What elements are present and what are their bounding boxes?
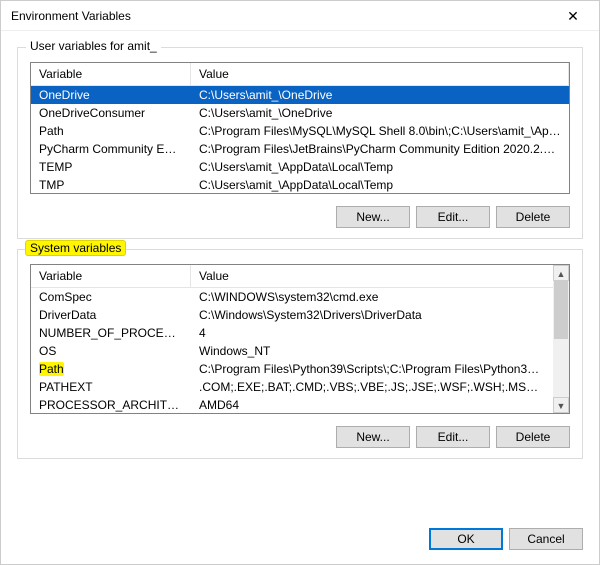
cell-value: C:\Users\amit_\OneDrive [191,104,569,122]
cell-value: AMD64 [191,396,553,414]
cell-variable: PATHEXT [31,378,191,396]
system-variables-group: System variables Variable Value ComSpec … [17,249,583,459]
scroll-up-icon[interactable]: ▲ [553,265,569,281]
cell-variable: Path [31,360,191,378]
cell-variable: TEMP [31,158,191,176]
col-header-value[interactable]: Value [191,265,569,287]
env-vars-dialog: Environment Variables ✕ User variables f… [0,0,600,565]
user-variables-table[interactable]: Variable Value OneDrive C:\Users\amit_\O… [30,62,570,194]
user-variables-group: User variables for amit_ Variable Value … [17,47,583,239]
table-row[interactable]: OS Windows_NT [31,342,553,360]
cell-value: C:\Windows\System32\Drivers\DriverData [191,306,553,324]
titlebar: Environment Variables ✕ [1,1,599,31]
new-button[interactable]: New... [336,206,410,228]
system-table-body: ComSpec C:\WINDOWS\system32\cmd.exe Driv… [31,288,569,414]
cell-value: C:\Users\amit_\OneDrive [191,86,569,104]
user-group-label: User variables for amit_ [26,39,161,53]
cell-value: C:\Users\amit_\AppData\Local\Temp [191,176,569,194]
system-group-label: System variables [26,241,125,255]
table-row[interactable]: TEMP C:\Users\amit_\AppData\Local\Temp [31,158,569,176]
cell-variable: Path [31,122,191,140]
cell-variable: PROCESSOR_ARCHITECTURE [31,396,191,414]
table-row[interactable]: OneDrive C:\Users\amit_\OneDrive [31,86,569,104]
table-row[interactable]: Path C:\Program Files\MySQL\MySQL Shell … [31,122,569,140]
user-table-header: Variable Value [31,63,569,86]
table-row[interactable]: PATHEXT .COM;.EXE;.BAT;.CMD;.VBS;.VBE;.J… [31,378,553,396]
edit-button[interactable]: Edit... [416,426,490,448]
col-header-variable[interactable]: Variable [31,63,191,85]
cell-value: C:\Program Files\MySQL\MySQL Shell 8.0\b… [191,122,569,140]
table-row[interactable]: ComSpec C:\WINDOWS\system32\cmd.exe [31,288,553,306]
scrollbar[interactable]: ▲ ▼ [553,265,569,413]
table-row[interactable]: OneDriveConsumer C:\Users\amit_\OneDrive [31,104,569,122]
col-header-variable[interactable]: Variable [31,265,191,287]
dialog-footer: OK Cancel [1,518,599,564]
table-row[interactable]: PyCharm Community Edition C:\Program Fil… [31,140,569,158]
system-table-header: Variable Value [31,265,569,288]
table-row[interactable]: DriverData C:\Windows\System32\Drivers\D… [31,306,553,324]
cell-variable: TMP [31,176,191,194]
close-icon[interactable]: ✕ [553,9,593,23]
delete-button[interactable]: Delete [496,426,570,448]
cell-variable: OS [31,342,191,360]
cell-value: C:\Program Files\JetBrains\PyCharm Commu… [191,140,569,158]
scroll-thumb[interactable] [554,281,568,339]
cell-variable: OneDriveConsumer [31,104,191,122]
table-row[interactable]: NUMBER_OF_PROCESSORS 4 [31,324,553,342]
cancel-button[interactable]: Cancel [509,528,583,550]
cell-variable: OneDrive [31,86,191,104]
user-table-body: OneDrive C:\Users\amit_\OneDrive OneDriv… [31,86,569,194]
dialog-title: Environment Variables [11,9,131,23]
cell-value: C:\Users\amit_\AppData\Local\Temp [191,158,569,176]
cell-value: 4 [191,324,553,342]
table-row[interactable]: TMP C:\Users\amit_\AppData\Local\Temp [31,176,569,194]
cell-variable: PyCharm Community Edition [31,140,191,158]
col-header-value[interactable]: Value [191,63,569,85]
scroll-track[interactable] [553,281,569,397]
user-button-row: New... Edit... Delete [30,206,570,228]
new-button[interactable]: New... [336,426,410,448]
cell-value: .COM;.EXE;.BAT;.CMD;.VBS;.VBE;.JS;.JSE;.… [191,378,553,396]
dialog-content: User variables for amit_ Variable Value … [1,31,599,518]
cell-variable: NUMBER_OF_PROCESSORS [31,324,191,342]
scroll-down-icon[interactable]: ▼ [553,397,569,413]
cell-value: C:\WINDOWS\system32\cmd.exe [191,288,553,306]
system-variables-table[interactable]: Variable Value ComSpec C:\WINDOWS\system… [30,264,570,414]
cell-variable: DriverData [31,306,191,324]
edit-button[interactable]: Edit... [416,206,490,228]
cell-value: C:\Program Files\Python39\Scripts\;C:\Pr… [191,360,553,378]
table-row[interactable]: Path C:\Program Files\Python39\Scripts\;… [31,360,553,378]
ok-button[interactable]: OK [429,528,503,550]
delete-button[interactable]: Delete [496,206,570,228]
cell-variable: ComSpec [31,288,191,306]
table-row[interactable]: PROCESSOR_ARCHITECTURE AMD64 [31,396,553,414]
system-button-row: New... Edit... Delete [30,426,570,448]
cell-value: Windows_NT [191,342,553,360]
